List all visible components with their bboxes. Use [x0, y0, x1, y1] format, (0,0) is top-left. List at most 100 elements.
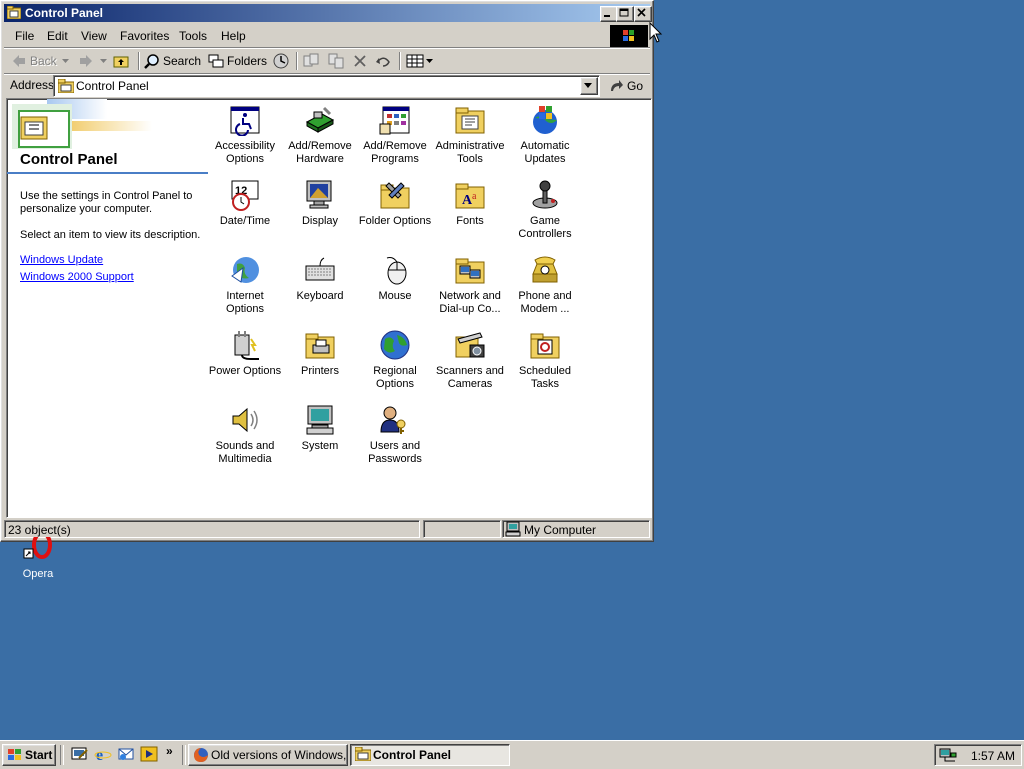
- item-network-dialup[interactable]: Network and Dial-up Co...: [432, 252, 508, 326]
- move-to-icon: [303, 53, 319, 67]
- back-arrow-icon: [13, 55, 25, 67]
- up-folder-button[interactable]: [113, 51, 129, 71]
- go-button[interactable]: Go: [608, 76, 643, 96]
- windows-update-link[interactable]: Windows Update: [20, 254, 103, 266]
- copy-to-button[interactable]: [328, 51, 344, 71]
- item-label: Mouse: [378, 290, 412, 302]
- status-empty-panel: [423, 520, 501, 538]
- item-add-remove-hardware[interactable]: Add/Remove Hardware: [282, 102, 358, 176]
- item-internet-options[interactable]: Internet Options: [207, 252, 283, 326]
- chevron-down-icon: [61, 59, 69, 63]
- item-mouse[interactable]: Mouse: [357, 252, 433, 326]
- maximize-button[interactable]: [616, 6, 634, 22]
- undo-icon: [376, 57, 390, 67]
- item-power-options[interactable]: Power Options: [207, 327, 283, 401]
- menu-help[interactable]: Help: [221, 29, 246, 43]
- taskbar-button-label: Control Panel: [373, 748, 452, 762]
- internet-explorer-icon[interactable]: e: [94, 746, 112, 762]
- close-button[interactable]: [634, 6, 652, 22]
- keyboard-icon: [305, 257, 335, 281]
- search-label: Search: [163, 54, 202, 68]
- toolbar-separator: [296, 52, 298, 70]
- delete-button[interactable]: [353, 51, 367, 71]
- item-game-controllers[interactable]: Game Controllers: [507, 177, 583, 251]
- item-scanners-cameras[interactable]: Scanners and Cameras: [432, 327, 508, 401]
- item-label: Scheduled Tasks: [519, 365, 571, 390]
- move-to-button[interactable]: [303, 51, 319, 71]
- info-pane: Control Panel Use the settings in Contro…: [7, 99, 210, 517]
- address-label: Address: [10, 78, 55, 92]
- history-button[interactable]: [273, 51, 289, 71]
- network-folder-icon: [455, 258, 485, 284]
- network-tray-icon[interactable]: [939, 747, 957, 763]
- folders-label: Folders: [227, 54, 268, 68]
- up-folder-icon: [113, 56, 129, 68]
- pane-description: Use the settings in Control Panel to per…: [20, 190, 193, 215]
- menu-edit[interactable]: Edit: [47, 29, 68, 43]
- undo-button[interactable]: [375, 51, 391, 71]
- taskbar: Start e » Old versions of Windows, ... C…: [0, 740, 1024, 769]
- item-label: System: [301, 440, 339, 452]
- item-sounds-multimedia[interactable]: Sounds and Multimedia: [207, 402, 283, 476]
- close-icon: [637, 8, 646, 17]
- item-automatic-updates[interactable]: Automatic Updates: [507, 102, 583, 176]
- address-bar: Address Control Panel Go: [4, 75, 650, 97]
- item-accessibility-options[interactable]: Accessibility Options: [207, 102, 283, 176]
- outlook-express-icon[interactable]: [117, 746, 135, 762]
- item-add-remove-programs[interactable]: Add/Remove Programs: [357, 102, 433, 176]
- menu-favorites[interactable]: Favorites: [120, 29, 169, 43]
- taskbar-button-firefox[interactable]: Old versions of Windows, ...: [188, 744, 360, 766]
- item-administrative-tools[interactable]: Administrative Tools: [432, 102, 508, 176]
- minimize-icon: [604, 15, 610, 17]
- menu-file[interactable]: File: [15, 29, 34, 43]
- item-label: Accessibility Options: [215, 140, 275, 165]
- windows-2000-support-link[interactable]: Windows 2000 Support: [20, 271, 134, 283]
- back-button[interactable]: Back: [11, 51, 69, 71]
- folders-button[interactable]: Folders: [208, 51, 267, 71]
- menu-view[interactable]: View: [81, 29, 107, 43]
- item-label: Phone and Modem ...: [518, 290, 572, 315]
- status-objects: 23 object(s): [8, 523, 71, 537]
- history-icon: [273, 53, 289, 69]
- clock[interactable]: 1:57 AM: [971, 749, 1015, 763]
- item-label: Administrative Tools: [435, 140, 505, 165]
- quicklaunch-overflow-chevron[interactable]: »: [166, 744, 173, 758]
- item-printers[interactable]: Printers: [282, 327, 358, 401]
- start-button[interactable]: Start: [2, 744, 56, 766]
- views-button[interactable]: [406, 51, 433, 71]
- item-regional-options[interactable]: Regional Options: [357, 327, 433, 401]
- toolbar-separator: [399, 52, 401, 70]
- scanner-icon: [455, 332, 485, 358]
- address-field[interactable]: Control Panel: [53, 75, 600, 97]
- status-zone-panel: My Computer: [502, 520, 650, 538]
- item-phone-modem[interactable]: Phone and Modem ...: [507, 252, 583, 326]
- users-icon: [380, 406, 406, 434]
- accessibility-icon: [230, 106, 260, 136]
- search-button[interactable]: Search: [144, 51, 201, 71]
- forward-button[interactable]: [78, 51, 107, 71]
- media-player-icon[interactable]: [140, 746, 158, 762]
- item-label: Display: [301, 215, 339, 227]
- item-users-passwords[interactable]: Users and Passwords: [357, 402, 433, 476]
- taskbar-button-control-panel[interactable]: Control Panel: [350, 744, 510, 766]
- address-dropdown-button[interactable]: [580, 77, 598, 95]
- desktop-icon-opera[interactable]: Opera: [18, 537, 58, 597]
- maximize-icon: [619, 8, 629, 17]
- copy-to-icon: [328, 53, 344, 69]
- item-folder-options[interactable]: Folder Options: [357, 177, 433, 251]
- item-label: Regional Options: [373, 365, 417, 390]
- item-fonts[interactable]: Aa Fonts: [432, 177, 508, 251]
- windows-logo-throbber: [610, 25, 648, 47]
- item-system[interactable]: System: [282, 402, 358, 476]
- menu-tools[interactable]: Tools: [179, 29, 207, 43]
- item-keyboard[interactable]: Keyboard: [282, 252, 358, 326]
- item-date-time[interactable]: 12 Date/Time: [207, 177, 283, 251]
- toolbar-separator: [138, 52, 140, 70]
- item-display[interactable]: Display: [282, 177, 358, 251]
- title-bar[interactable]: Control Panel: [4, 4, 652, 22]
- chevron-down-icon: [426, 59, 433, 63]
- control-panel-window: Control Panel File Edit View Favorites T…: [0, 0, 654, 542]
- status-zone: My Computer: [524, 523, 597, 537]
- show-desktop-icon[interactable]: [71, 746, 89, 762]
- item-scheduled-tasks[interactable]: Scheduled Tasks: [507, 327, 583, 401]
